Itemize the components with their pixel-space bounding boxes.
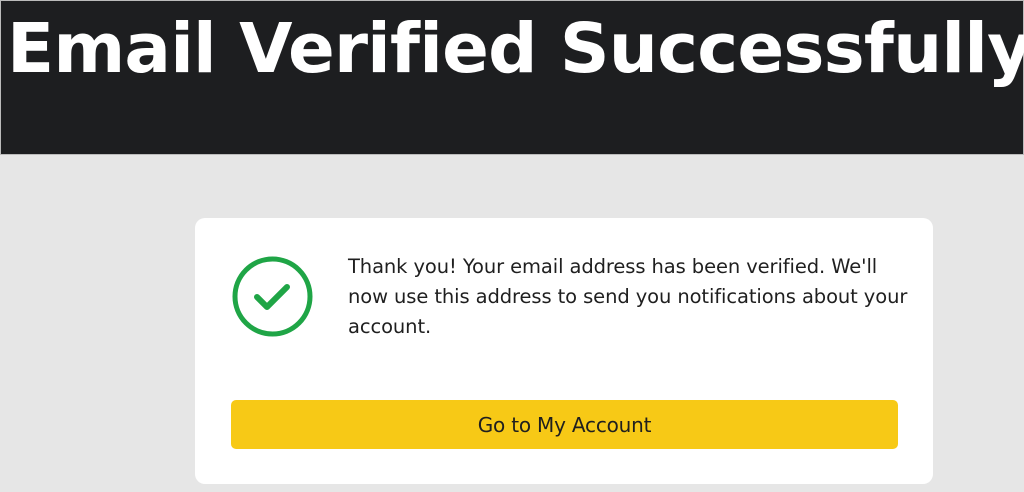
verification-message: Thank you! Your email address has been v…: [348, 255, 908, 338]
verification-card: Thank you! Your email address has been v…: [195, 218, 933, 484]
page-title: Email Verified Successfully: [7, 9, 1024, 89]
check-circle-icon: [232, 256, 313, 337]
page-header: Email Verified Successfully: [0, 0, 1024, 155]
go-to-my-account-button[interactable]: Go to My Account: [231, 400, 898, 449]
